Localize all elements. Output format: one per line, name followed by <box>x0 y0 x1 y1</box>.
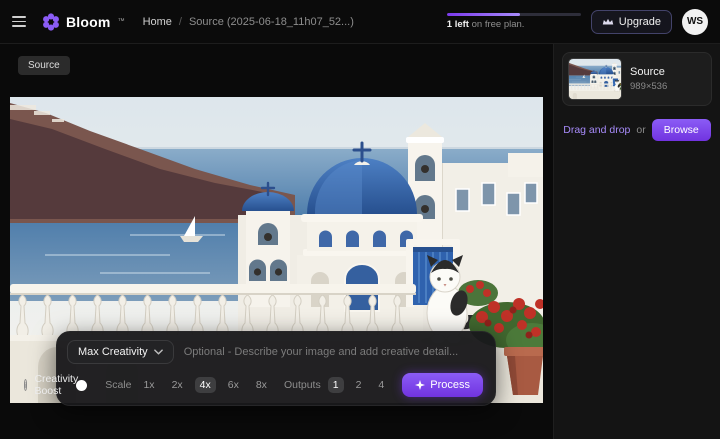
outputs-label: Outputs <box>284 379 321 391</box>
breadcrumb: Home / Source (2025-06-18_11h07_52...) <box>143 16 354 28</box>
source-thumbnail <box>568 58 622 100</box>
breadcrumb-separator: / <box>179 16 182 28</box>
mode-selector-dropdown[interactable]: Max Creativity <box>67 340 174 364</box>
usage-suffix: on free plan. <box>469 19 524 30</box>
source-badge: Source <box>18 56 70 75</box>
user-avatar[interactable]: WS <box>682 9 708 35</box>
processing-toolbar: Max Creativity i Creativity Boost Scale … <box>56 331 496 406</box>
sparkle-icon <box>415 380 425 390</box>
source-card[interactable]: Source 989×536 <box>562 52 712 106</box>
process-button[interactable]: Process <box>402 373 483 397</box>
brand-trademark: ™ <box>118 18 125 25</box>
process-label: Process <box>430 379 470 391</box>
source-card-title: Source <box>630 66 667 78</box>
crown-icon <box>602 17 614 26</box>
outputs-option-2[interactable]: 2 <box>351 377 367 393</box>
top-bar: Bloom ™ Home / Source (2025-06-18_11h07_… <box>0 0 720 44</box>
right-sidebar: Source 989×536 Drag and drop or Browse <box>553 44 720 439</box>
usage-meter: 1 left on free plan. <box>447 13 581 30</box>
browse-button[interactable]: Browse <box>652 119 711 141</box>
chevron-down-icon <box>154 349 163 355</box>
prompt-input[interactable] <box>184 346 485 358</box>
bloom-flower-icon <box>42 13 60 31</box>
scale-option-8x[interactable]: 8x <box>251 377 272 393</box>
scale-label: Scale <box>105 379 131 391</box>
brand-logo[interactable]: Bloom ™ <box>42 13 125 31</box>
toolbar-prompt-row: Max Creativity <box>67 340 485 373</box>
usage-progress-fill <box>447 13 521 16</box>
source-card-dimensions: 989×536 <box>630 81 667 92</box>
or-label: or <box>636 124 645 136</box>
usage-text: 1 left on free plan. <box>447 19 581 30</box>
hamburger-menu-button[interactable] <box>12 12 32 32</box>
drag-drop-link[interactable]: Drag and drop <box>563 124 630 136</box>
breadcrumb-current: Source (2025-06-18_11h07_52...) <box>189 16 354 28</box>
breadcrumb-home-link[interactable]: Home <box>143 16 172 28</box>
usage-count: 1 left <box>447 19 469 30</box>
outputs-option-4[interactable]: 4 <box>373 377 389 393</box>
scale-option-6x[interactable]: 6x <box>223 377 244 393</box>
source-card-info: Source 989×536 <box>630 66 667 92</box>
outputs-option-1[interactable]: 1 <box>328 377 344 393</box>
main-area: Source Max Creativity i Creativity Boost… <box>0 44 720 439</box>
usage-progress-bar <box>447 13 581 16</box>
image-canvas: Source Max Creativity i Creativity Boost… <box>0 44 553 439</box>
toolbar-options-row: i Creativity Boost Scale 1x 2x 4x 6x 8x … <box>67 373 485 397</box>
creativity-boost-label: Creativity Boost <box>34 373 78 397</box>
scale-option-2x[interactable]: 2x <box>167 377 188 393</box>
dropzone: Drag and drop or Browse <box>562 119 712 141</box>
scale-option-4x[interactable]: 4x <box>195 377 216 393</box>
mode-selector-label: Max Creativity <box>78 346 148 358</box>
upgrade-button[interactable]: Upgrade <box>591 10 672 34</box>
toggle-knob <box>76 380 87 391</box>
upgrade-label: Upgrade <box>619 16 661 28</box>
brand-name: Bloom <box>66 14 111 30</box>
hamburger-icon <box>12 16 26 18</box>
scale-option-1x[interactable]: 1x <box>138 377 159 393</box>
topbar-right-group: 1 left on free plan. Upgrade WS <box>447 9 708 35</box>
